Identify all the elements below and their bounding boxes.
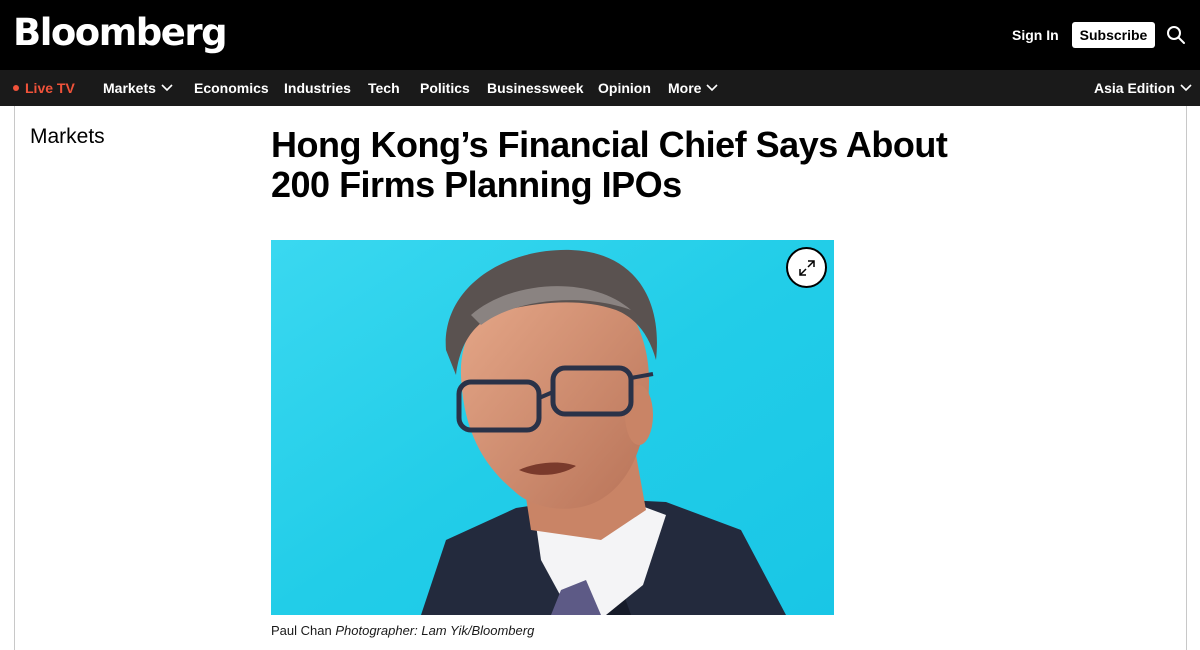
nav-bar: Live TV Markets Economics Industries Tec… [0, 70, 1200, 106]
nav-markets[interactable]: Markets [103, 70, 173, 106]
article-photo[interactable] [271, 240, 834, 615]
expand-image-button[interactable] [786, 247, 827, 288]
top-bar: Bloomberg Sign In Subscribe [0, 0, 1200, 70]
chevron-down-icon [706, 84, 719, 92]
nav-more-label: More [668, 80, 702, 96]
nav-opinion[interactable]: Opinion [598, 70, 651, 106]
caption-subject: Paul Chan [271, 623, 332, 638]
chevron-down-icon [161, 84, 173, 92]
portrait-illustration [271, 240, 834, 615]
nav-tech[interactable]: Tech [368, 70, 400, 106]
subscribe-button[interactable]: Subscribe [1072, 22, 1155, 48]
edition-label: Asia Edition [1094, 80, 1175, 96]
bloomberg-logo[interactable]: Bloomberg [13, 10, 228, 56]
expand-icon [799, 260, 815, 276]
nav-live-tv[interactable]: Live TV [13, 70, 75, 106]
section-label[interactable]: Markets [30, 124, 105, 150]
nav-more[interactable]: More [668, 70, 719, 106]
nav-economics[interactable]: Economics [194, 70, 269, 106]
edition-selector[interactable]: Asia Edition [1094, 70, 1192, 106]
search-icon[interactable] [1166, 25, 1186, 45]
live-dot-icon [13, 85, 19, 91]
sign-in-link[interactable]: Sign In [1012, 26, 1059, 44]
image-caption: Paul Chan Photographer: Lam Yik/Bloomber… [271, 622, 534, 640]
nav-industries[interactable]: Industries [284, 70, 351, 106]
nav-live-tv-label: Live TV [25, 80, 75, 96]
nav-businessweek[interactable]: Businessweek [487, 70, 584, 106]
caption-credit: Photographer: Lam Yik/Bloomberg [335, 623, 535, 638]
chevron-down-icon [1180, 84, 1192, 92]
article-headline: Hong Kong’s Financial Chief Says About 2… [271, 124, 948, 205]
nav-markets-label: Markets [103, 80, 156, 96]
nav-politics[interactable]: Politics [420, 70, 470, 106]
